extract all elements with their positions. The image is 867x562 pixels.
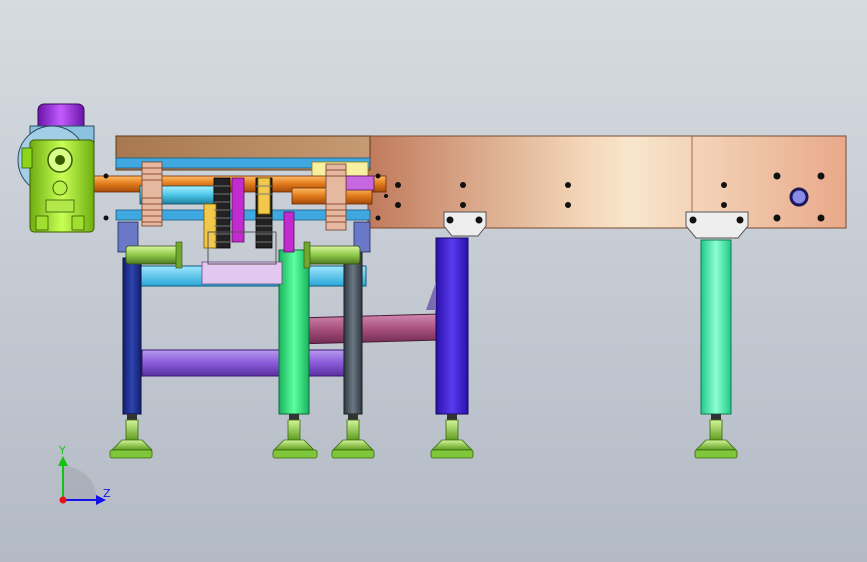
leg-3[interactable]	[343, 249, 363, 420]
conveyor-frame[interactable]	[367, 135, 847, 229]
roller-right[interactable]	[303, 241, 361, 269]
leg-bracket-5[interactable]	[685, 211, 749, 239]
diagonal-brace[interactable]	[295, 313, 441, 345]
triad-y-label: Y	[58, 444, 66, 457]
lower-cross-brace[interactable]	[141, 349, 349, 377]
triad-x-axis	[59, 496, 67, 504]
roller-left[interactable]	[125, 241, 183, 269]
chain-cover[interactable]	[201, 261, 283, 285]
conveyor-model-view[interactable]: Y Z	[0, 0, 867, 562]
leg-2[interactable]	[278, 249, 310, 420]
triad-z-label: Z	[103, 487, 111, 500]
leg-1[interactable]	[122, 257, 142, 420]
coupling-right[interactable]	[283, 211, 295, 253]
gear-2[interactable]	[325, 163, 347, 231]
leg-bracket-4[interactable]	[443, 211, 487, 237]
cad-viewport[interactable]: Y Z	[0, 0, 867, 562]
leg-5[interactable]	[700, 239, 732, 420]
